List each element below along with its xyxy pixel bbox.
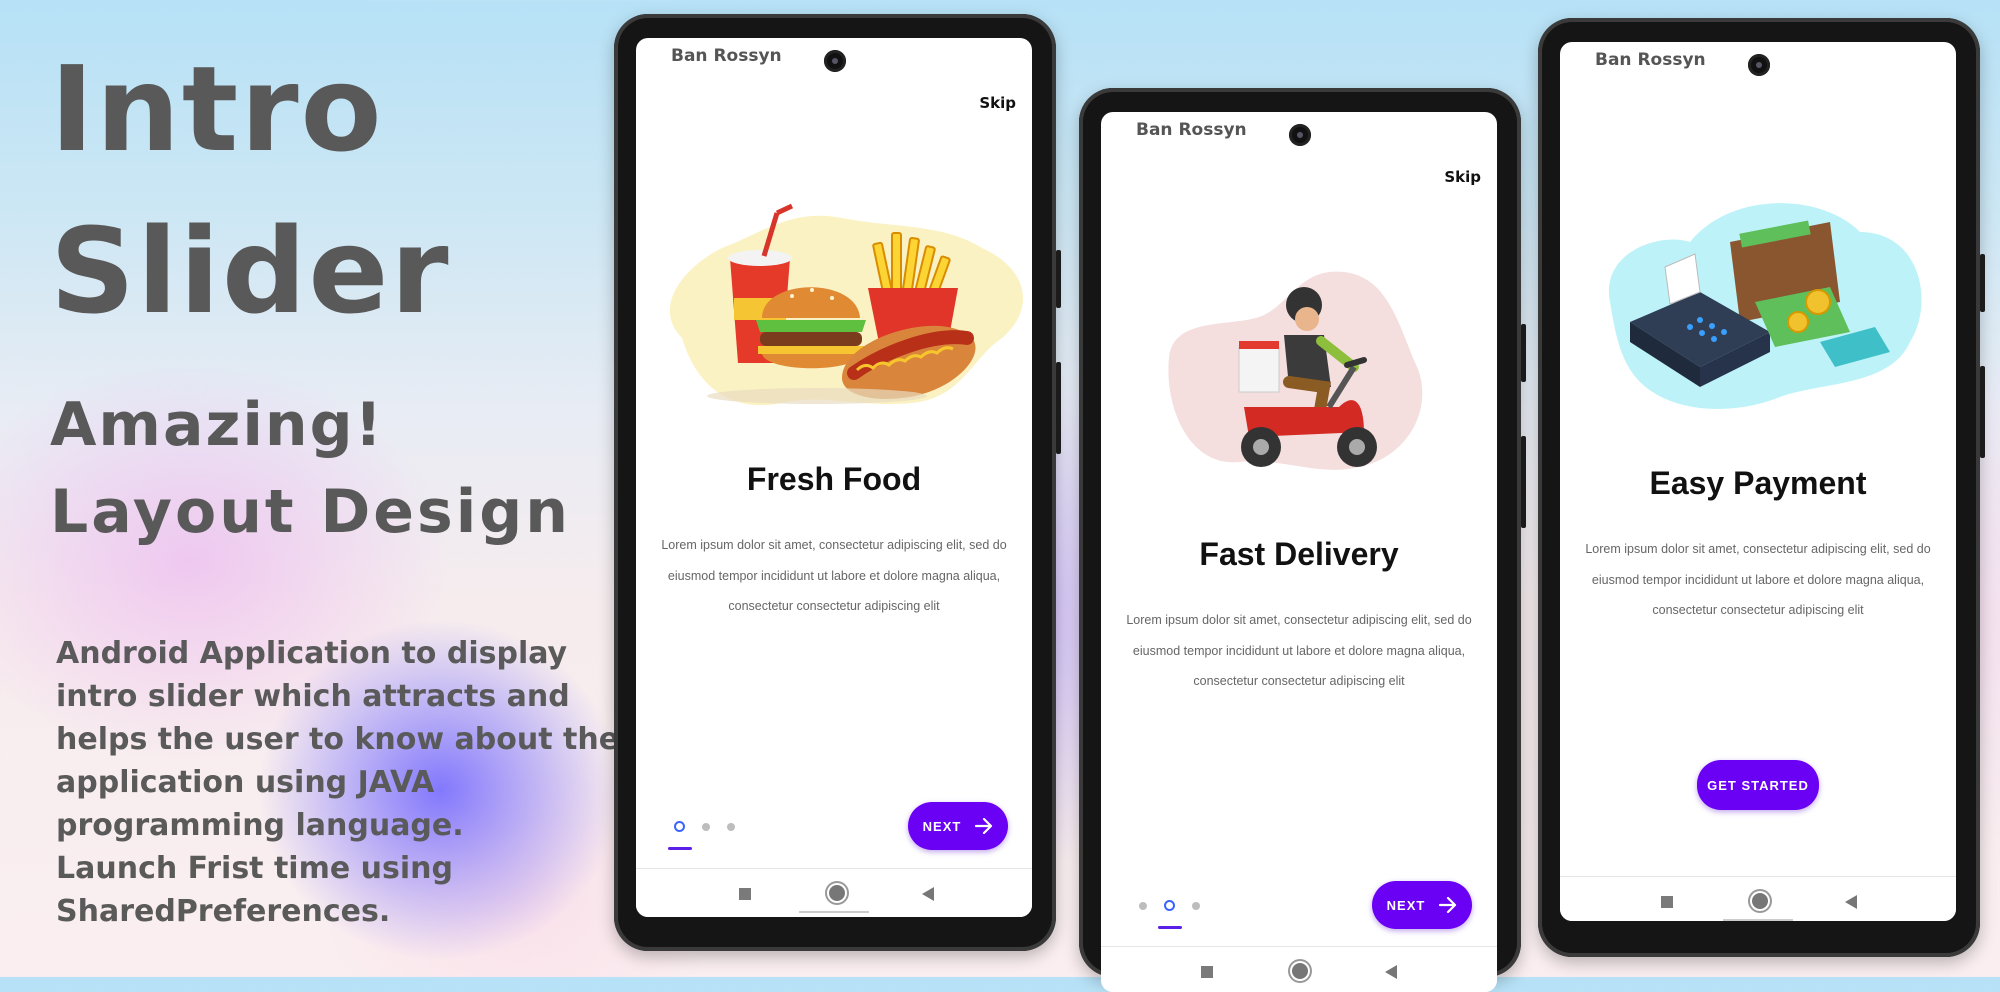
skip-button[interactable]: Skip xyxy=(979,94,1016,112)
recents-square-icon[interactable] xyxy=(1201,966,1213,978)
body-line: Lorem ipsum dolor sit amet, consectetur … xyxy=(1126,613,1472,627)
phone-fast-delivery: Ban Rossyn Skip Fast Delivery Lorem ipsu… xyxy=(1079,88,1526,992)
slide-title: Easy Payment xyxy=(1649,465,1867,501)
body-line: Lorem ipsum dolor sit amet, consectetur … xyxy=(661,538,1007,552)
body-line: consectetur consectetur adipiscing elit xyxy=(1193,674,1405,688)
slide-title: Fast Delivery xyxy=(1199,536,1399,572)
body-line: eiusmod tempor incididunt ut labore et d… xyxy=(1132,643,1466,658)
description-line: programming language. xyxy=(56,808,464,843)
page-indicator xyxy=(674,821,735,832)
front-camera xyxy=(824,50,846,72)
body-line: eiusmod tempor incididunt ut labore et d… xyxy=(1591,572,1925,587)
delivery-scooter-illustration xyxy=(1168,271,1423,470)
android-nav-bar xyxy=(1560,876,1956,921)
page-dot-2[interactable] xyxy=(1164,900,1175,911)
front-camera xyxy=(1289,124,1311,146)
slide-body: Lorem ipsum dolor sit amet, consectetur … xyxy=(656,530,1012,622)
screen-easy-payment: Ban Rossyn Easy Payment Lorem ipsum dolo… xyxy=(1560,42,1956,921)
page-dot-1[interactable] xyxy=(1139,901,1147,910)
next-button[interactable]: NEXT xyxy=(908,802,1008,850)
body-line: consectetur consectetur adipiscing elit xyxy=(728,599,940,613)
skip-button[interactable]: Skip xyxy=(1444,168,1481,186)
back-triangle-icon[interactable] xyxy=(1845,895,1857,909)
slide-body: Lorem ipsum dolor sit amet, consectetur … xyxy=(1580,534,1936,626)
next-button-label: NEXT xyxy=(922,818,962,834)
arrow-right-icon xyxy=(975,818,993,834)
recents-square-icon[interactable] xyxy=(739,888,751,900)
description-line: Launch Frist time using xyxy=(56,851,453,886)
body-line: eiusmod tempor incididunt ut labore et d… xyxy=(667,568,1001,583)
fresh-food-illustration xyxy=(669,203,1024,406)
payment-terminal-illustration xyxy=(1608,203,1922,409)
headline-slider: Slider xyxy=(50,202,451,340)
headline-intro: Intro xyxy=(50,40,384,178)
home-circle-icon[interactable] xyxy=(1752,893,1768,909)
screen-fast-delivery: Ban Rossyn Skip Fast Delivery Lorem ipsu… xyxy=(1101,112,1497,992)
page-dot-3[interactable] xyxy=(1192,901,1200,910)
subheadline-layout-design: Layout Design xyxy=(50,477,571,547)
body-line: consectetur consectetur adipiscing elit xyxy=(1652,603,1864,617)
gesture-line xyxy=(799,911,869,913)
active-page-underline xyxy=(1158,926,1182,929)
next-button[interactable]: NEXT xyxy=(1372,881,1472,929)
body-line: Lorem ipsum dolor sit amet, consectetur … xyxy=(1585,542,1931,556)
app-description: Android Application to display intro sli… xyxy=(56,632,620,933)
gesture-line xyxy=(1723,919,1793,921)
subheadline-amazing: Amazing! xyxy=(50,390,384,460)
status-bar-name: Ban Rossyn xyxy=(1136,120,1247,140)
phone-side-button xyxy=(1521,436,1526,528)
page-dot-3[interactable] xyxy=(727,822,735,831)
front-camera xyxy=(1748,54,1770,76)
recents-square-icon[interactable] xyxy=(1661,896,1673,908)
description-line: application using JAVA xyxy=(56,765,435,800)
description-line: Android Application to display xyxy=(56,636,568,671)
page-dot-1[interactable] xyxy=(674,821,685,832)
phone-side-button xyxy=(1980,254,1985,312)
description-line: intro slider which attracts and xyxy=(56,679,570,714)
slide-body: Lorem ipsum dolor sit amet, consectetur … xyxy=(1121,605,1477,697)
screen-fresh-food: Ban Rossyn Skip Fresh Food Lorem ipsum d… xyxy=(636,38,1032,917)
page-dot-2[interactable] xyxy=(702,822,710,831)
slide-title: Fresh Food xyxy=(746,461,922,497)
active-page-underline xyxy=(668,847,692,850)
home-circle-icon[interactable] xyxy=(829,885,845,901)
phone-side-button xyxy=(1056,250,1061,308)
phone-side-button xyxy=(1521,324,1526,382)
phone-fresh-food: Ban Rossyn Skip Fresh Food Lorem ipsum d… xyxy=(614,14,1061,951)
arrow-right-icon xyxy=(1439,897,1457,913)
page-indicator xyxy=(1139,900,1200,911)
get-started-button[interactable]: GET STARTED xyxy=(1697,760,1819,810)
android-nav-bar xyxy=(636,868,1032,917)
phone-side-button xyxy=(1980,366,1985,458)
status-bar-name: Ban Rossyn xyxy=(671,46,782,66)
android-nav-bar xyxy=(1101,946,1497,992)
back-triangle-icon[interactable] xyxy=(922,887,934,901)
description-line: SharedPreferences. xyxy=(56,894,391,929)
phone-side-button xyxy=(1056,362,1061,454)
phone-easy-payment: Ban Rossyn Easy Payment Lorem ipsum dolo… xyxy=(1538,18,1985,957)
description-line: helps the user to know about the xyxy=(56,722,620,757)
status-bar-name: Ban Rossyn xyxy=(1595,50,1706,70)
next-button-label: NEXT xyxy=(1386,897,1426,913)
